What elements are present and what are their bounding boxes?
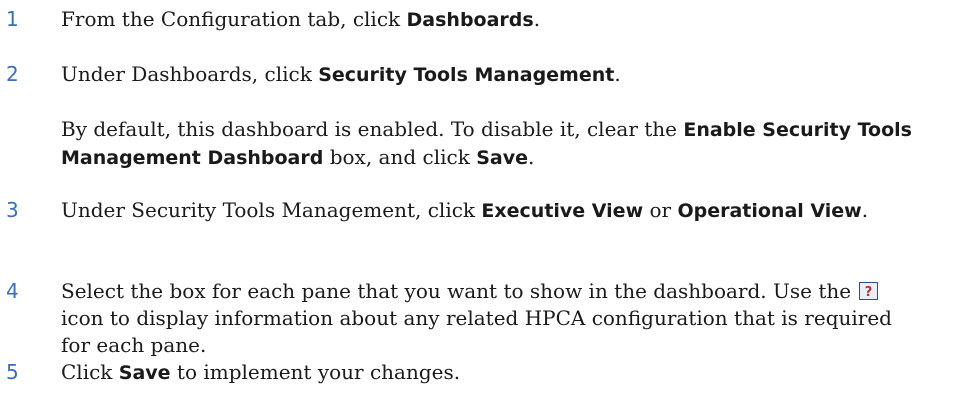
step-number: 1 — [6, 7, 19, 31]
step-number: 5 — [6, 360, 19, 384]
step-text: From the Configuration tab, click — [61, 7, 407, 31]
ui-term-security-tools-management: Security Tools Management — [318, 64, 615, 86]
ui-term-executive-view: Executive View — [481, 200, 644, 222]
step-text-end: to implement your changes. — [170, 360, 461, 384]
step-text-end: . — [533, 7, 541, 31]
step-text: Under Dashboards, click — [61, 62, 319, 86]
step-text-end: . — [861, 198, 869, 222]
step-text-end: . — [614, 62, 621, 86]
step-3: 3 Under Security Tools Management, click… — [0, 197, 921, 225]
note-text-mid: box, and click — [323, 145, 477, 169]
step-number: 3 — [6, 198, 19, 222]
svg-text:?: ? — [865, 285, 873, 299]
step-1: 1 From the Configuration tab, click Dash… — [0, 6, 921, 34]
ui-term-operational-view: Operational View — [677, 200, 862, 222]
step-2-note: By default, this dashboard is enabled. T… — [0, 116, 921, 172]
help-icon: ? — [859, 282, 879, 300]
step-4: 4 Select the box for each pane that you … — [0, 278, 921, 359]
note-text-end: . — [527, 145, 535, 169]
step-5: 5 Click Save to implement your changes. — [0, 359, 921, 387]
ui-term-save: Save — [118, 362, 171, 384]
step-2: 2 Under Dashboards, click Security Tools… — [0, 61, 921, 89]
note-text: By default, this dashboard is enabled. T… — [61, 117, 684, 141]
step-text: Click — [61, 360, 119, 384]
step-text-end: icon to display information about any re… — [61, 306, 892, 357]
step-number: 4 — [6, 279, 19, 303]
step-text-mid: or — [643, 198, 678, 222]
ui-term-dashboards: Dashboards — [406, 9, 534, 31]
step-text: Under Security Tools Management, click — [61, 198, 482, 222]
ui-term-save: Save — [476, 147, 528, 169]
step-text: Select the box for each pane that you wa… — [61, 279, 858, 303]
step-number: 2 — [6, 62, 19, 86]
